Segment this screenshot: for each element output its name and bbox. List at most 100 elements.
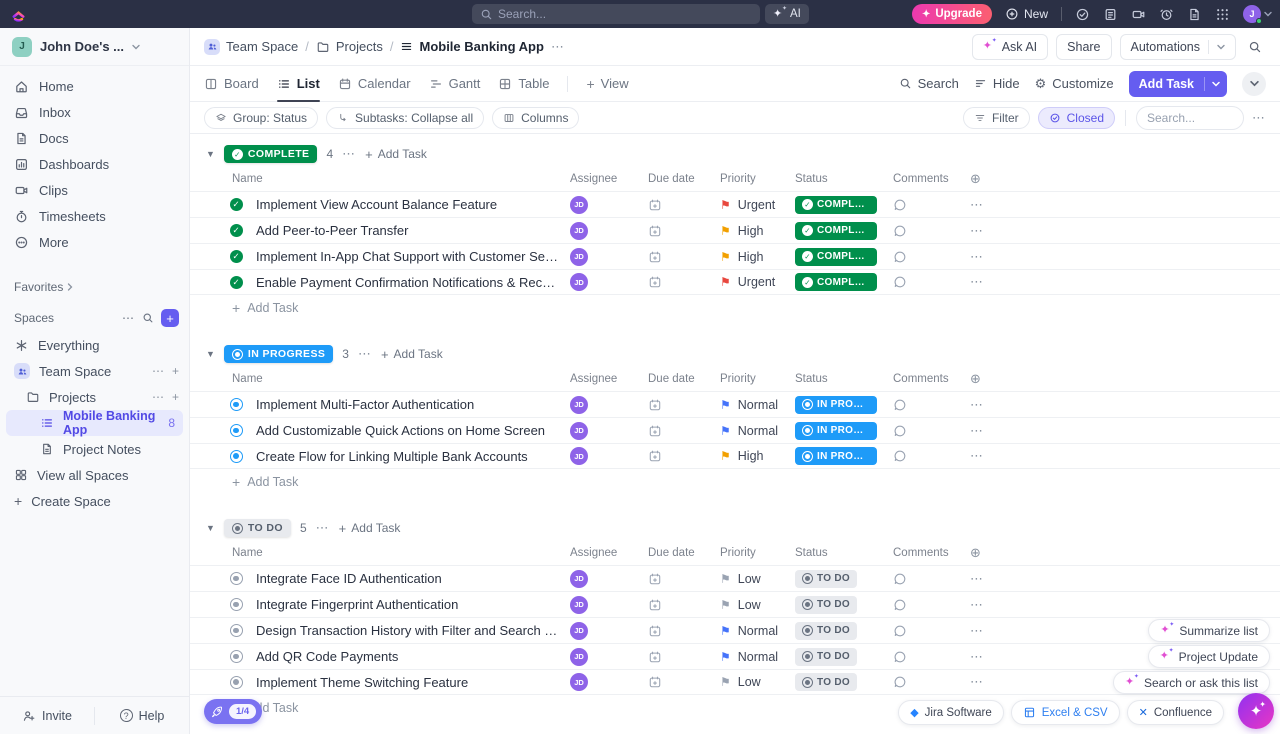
column-name[interactable]: Name bbox=[216, 173, 570, 185]
collapse-header-button[interactable] bbox=[1242, 72, 1266, 96]
column-status[interactable]: Status bbox=[795, 547, 893, 559]
column-priority[interactable]: Priority bbox=[720, 373, 795, 385]
assignee-avatar[interactable]: JD bbox=[570, 570, 588, 588]
group-menu-button[interactable]: ⋯ bbox=[316, 520, 330, 536]
group-add-task-button[interactable]: + Add Task bbox=[381, 347, 443, 362]
subtasks-button[interactable]: Subtasks: Collapse all bbox=[326, 107, 484, 129]
task-status-badge[interactable]: TO DO bbox=[795, 596, 857, 614]
automations-button[interactable]: Automations bbox=[1120, 34, 1236, 60]
task-row[interactable]: Enable Payment Confirmation Notification… bbox=[190, 269, 1280, 295]
task-status-icon[interactable] bbox=[230, 276, 243, 289]
sidebar-item-everything[interactable]: Everything bbox=[0, 332, 189, 358]
comment-icon[interactable] bbox=[893, 398, 970, 412]
assignee-avatar[interactable]: JD bbox=[570, 648, 588, 666]
invite-button[interactable]: Invite bbox=[0, 709, 94, 723]
filter-button[interactable]: Filter bbox=[963, 107, 1030, 129]
task-menu-button[interactable]: ⋯ bbox=[970, 274, 1014, 290]
column-status[interactable]: Status bbox=[795, 373, 893, 385]
help-button[interactable]: ? Help bbox=[95, 709, 189, 723]
task-name[interactable]: Add QR Code Payments bbox=[256, 649, 570, 664]
due-date-calendar-icon[interactable] bbox=[648, 572, 720, 586]
assignee-avatar[interactable]: JD bbox=[570, 396, 588, 414]
tab-board[interactable]: Board bbox=[204, 66, 259, 101]
task-row[interactable]: Create Flow for Linking Multiple Bank Ac… bbox=[190, 443, 1280, 469]
comment-icon[interactable] bbox=[893, 424, 970, 438]
workspace-switcher[interactable]: J John Doe's ... bbox=[0, 28, 189, 66]
header-search-icon[interactable] bbox=[1244, 38, 1266, 56]
task-name[interactable]: Enable Payment Confirmation Notification… bbox=[256, 275, 570, 290]
task-status-icon[interactable] bbox=[230, 450, 243, 463]
task-status-icon[interactable] bbox=[230, 650, 243, 663]
comment-icon[interactable] bbox=[893, 675, 970, 689]
task-row[interactable]: Implement View Account Balance Feature J… bbox=[190, 191, 1280, 217]
add-space-button[interactable]: + bbox=[161, 309, 179, 327]
due-date-calendar-icon[interactable] bbox=[648, 650, 720, 664]
list-search-button[interactable]: Search bbox=[899, 76, 959, 91]
task-status-badge[interactable]: TO DO bbox=[795, 673, 857, 691]
task-menu-button[interactable]: ⋯ bbox=[970, 223, 1014, 239]
task-status-badge[interactable]: COMPLETE bbox=[795, 248, 877, 266]
assignee-avatar[interactable]: JD bbox=[570, 248, 588, 266]
task-name[interactable]: Add Customizable Quick Actions on Home S… bbox=[256, 423, 570, 438]
closed-filter-button[interactable]: Closed bbox=[1038, 107, 1115, 129]
todo-check-icon[interactable] bbox=[1075, 7, 1090, 22]
sidebar-item-team-space[interactable]: Team Space ⋯+ bbox=[0, 358, 189, 384]
tab-list[interactable]: List bbox=[277, 66, 320, 101]
clickup-logo[interactable] bbox=[10, 6, 27, 23]
add-column-button[interactable]: ⊕ bbox=[970, 171, 1014, 187]
chevron-down-icon[interactable] bbox=[1205, 81, 1227, 87]
assignee-avatar[interactable]: JD bbox=[570, 422, 588, 440]
due-date-calendar-icon[interactable] bbox=[648, 224, 720, 238]
task-priority[interactable]: ⚑ Low bbox=[720, 598, 795, 612]
column-comments[interactable]: Comments bbox=[893, 173, 970, 185]
task-priority[interactable]: ⚑ High bbox=[720, 224, 795, 238]
task-priority[interactable]: ⚑ Urgent bbox=[720, 275, 795, 289]
task-menu-button[interactable]: ⋯ bbox=[970, 448, 1014, 464]
task-priority[interactable]: ⚑ Low bbox=[720, 675, 795, 689]
sidebar-item-project-notes[interactable]: Project Notes bbox=[0, 436, 189, 462]
task-status-icon[interactable] bbox=[230, 624, 243, 637]
group-collapse-toggle[interactable]: ▼ bbox=[206, 149, 215, 159]
comment-icon[interactable] bbox=[893, 224, 970, 238]
task-name[interactable]: Implement View Account Balance Feature bbox=[256, 197, 570, 212]
comment-icon[interactable] bbox=[893, 250, 970, 264]
share-button[interactable]: Share bbox=[1056, 34, 1111, 60]
assignee-avatar[interactable]: JD bbox=[570, 273, 588, 291]
sidebar-item-clips[interactable]: Clips bbox=[0, 177, 189, 203]
task-row[interactable]: Integrate Face ID Authentication JD ⚑ Lo… bbox=[190, 565, 1280, 591]
due-date-calendar-icon[interactable] bbox=[648, 624, 720, 638]
comment-icon[interactable] bbox=[893, 449, 970, 463]
assignee-avatar[interactable]: JD bbox=[570, 596, 588, 614]
due-date-calendar-icon[interactable] bbox=[648, 675, 720, 689]
group-collapse-toggle[interactable]: ▼ bbox=[206, 349, 215, 359]
column-due-date[interactable]: Due date bbox=[648, 547, 720, 559]
column-name[interactable]: Name bbox=[216, 373, 570, 385]
task-status-badge[interactable]: IN PROGRESS bbox=[795, 422, 877, 440]
sidebar-item-timesheets[interactable]: Timesheets bbox=[0, 203, 189, 229]
task-row[interactable]: Design Transaction History with Filter a… bbox=[190, 617, 1280, 643]
sidebar-item-more[interactable]: More bbox=[0, 229, 189, 255]
task-priority[interactable]: ⚑ Normal bbox=[720, 398, 795, 412]
task-row[interactable]: Add Customizable Quick Actions on Home S… bbox=[190, 417, 1280, 443]
due-date-calendar-icon[interactable] bbox=[648, 449, 720, 463]
new-button[interactable]: New bbox=[1005, 7, 1048, 21]
task-status-icon[interactable] bbox=[230, 424, 243, 437]
sidebar-item-docs[interactable]: Docs bbox=[0, 125, 189, 151]
breadcrumb-current-list[interactable]: Mobile Banking App bbox=[400, 39, 543, 54]
due-date-calendar-icon[interactable] bbox=[648, 598, 720, 612]
group-by-button[interactable]: Group: Status bbox=[204, 107, 318, 129]
task-menu-button[interactable]: ⋯ bbox=[970, 623, 1014, 639]
column-due-date[interactable]: Due date bbox=[648, 373, 720, 385]
task-name[interactable]: Create Flow for Linking Multiple Bank Ac… bbox=[256, 449, 570, 464]
upgrade-button[interactable]: ✦ Upgrade bbox=[912, 4, 992, 24]
task-row[interactable]: Implement Multi-Factor Authentication JD… bbox=[190, 391, 1280, 417]
group-add-task-button[interactable]: + Add Task bbox=[365, 147, 427, 162]
team-space-menu[interactable]: ⋯ bbox=[152, 364, 164, 378]
columns-button[interactable]: Columns bbox=[492, 107, 579, 129]
task-menu-button[interactable]: ⋯ bbox=[970, 571, 1014, 587]
confluence-button[interactable]: ✕ Confluence bbox=[1127, 700, 1224, 725]
task-menu-button[interactable]: ⋯ bbox=[970, 249, 1014, 265]
video-icon[interactable] bbox=[1131, 7, 1146, 22]
global-search-input[interactable] bbox=[472, 4, 760, 24]
task-status-badge[interactable]: IN PROGRESS bbox=[795, 396, 877, 414]
